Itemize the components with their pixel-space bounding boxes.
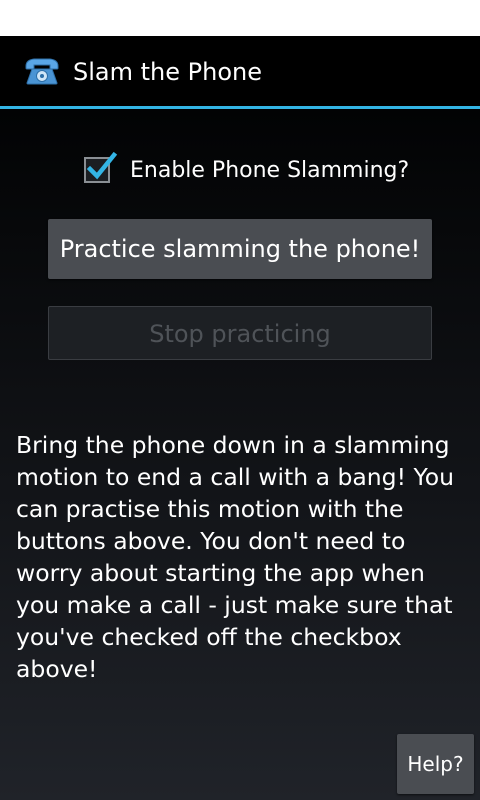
- telephone-icon: [22, 56, 62, 86]
- main-content: Enable Phone Slamming? Practice slamming…: [0, 109, 480, 800]
- action-bar: Slam the Phone: [0, 36, 480, 109]
- enable-slamming-row[interactable]: Enable Phone Slamming?: [82, 151, 410, 187]
- status-bar: [0, 0, 480, 36]
- checkmark-icon: [86, 151, 118, 180]
- enable-slamming-label: Enable Phone Slamming?: [130, 157, 410, 183]
- instructions-text: Bring the phone down in a slamming motio…: [16, 431, 454, 683]
- practice-slamming-button[interactable]: Practice slamming the phone!: [48, 219, 432, 279]
- app-title: Slam the Phone: [73, 58, 262, 86]
- stop-practicing-button[interactable]: Stop practicing: [48, 306, 432, 360]
- enable-slamming-checkbox[interactable]: [84, 151, 118, 183]
- help-button[interactable]: Help?: [397, 734, 474, 794]
